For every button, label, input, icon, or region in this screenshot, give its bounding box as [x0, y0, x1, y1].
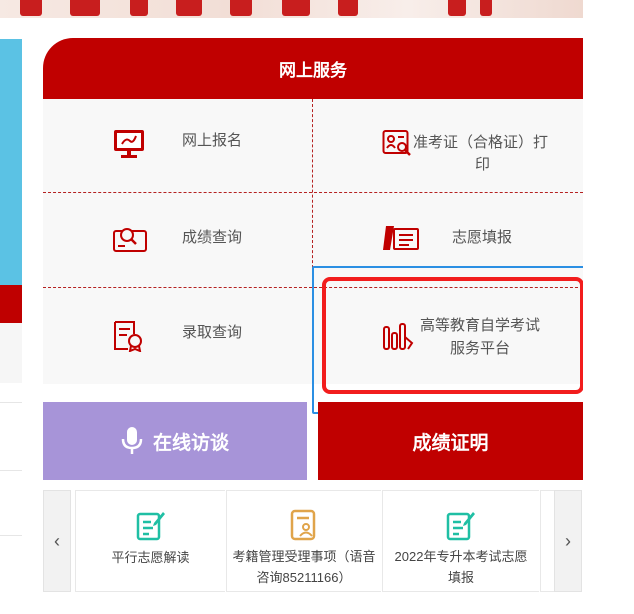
banner-decoration: [338, 0, 358, 16]
carousel-card-registration-management[interactable]: 考籍管理受理事项（语音 咨询85211166）: [226, 490, 381, 592]
edit-document-icon: [136, 512, 165, 541]
divider: [0, 402, 22, 403]
carousel-next-button[interactable]: ›: [554, 490, 582, 592]
top-banner: [0, 0, 583, 18]
service-item-label: 录取查询: [182, 324, 243, 341]
banner-decoration: [480, 0, 492, 16]
service-item-label: 印: [475, 156, 491, 173]
monitor-icon: [114, 130, 144, 158]
quick-links-carousel: ‹ 平行志愿解读 考籍管理受理事项（语音 咨询85211166） 2022年专升…: [43, 490, 583, 592]
service-item-admission-query[interactable]: 录取查询: [43, 288, 312, 384]
carousel-card-label: 考籍管理受理事项（语音: [232, 549, 376, 564]
service-item-score-query[interactable]: 成绩查询: [43, 193, 312, 287]
left-red-bar: [0, 285, 22, 323]
highlight-annotation-box: [322, 277, 584, 394]
service-item-ticket-print[interactable]: 准考证（合格证）打 印: [313, 99, 583, 192]
carousel-card-upgrade-exam-application[interactable]: 2022年专升本考试志愿 填报: [382, 490, 539, 592]
banner-decoration: [176, 0, 202, 16]
banner-decoration: [70, 0, 100, 16]
score-query-icon: [113, 228, 147, 252]
chevron-right-icon: ›: [565, 530, 571, 551]
carousel-card-label: 平行志愿解读: [111, 550, 190, 565]
carousel-card-parallel-application[interactable]: 平行志愿解读: [75, 490, 225, 592]
banner-decoration: [20, 0, 42, 16]
service-item-label: 成绩查询: [182, 229, 243, 246]
divider: [0, 470, 22, 471]
carousel-card-label: 填报: [447, 570, 474, 585]
service-item-online-registration[interactable]: 网上报名: [43, 99, 312, 192]
registration-management-icon: [290, 509, 316, 541]
application-fill-icon: [383, 226, 419, 250]
edit-document-icon: [446, 512, 475, 541]
score-proof-label: 成绩证明: [412, 432, 489, 454]
carousel-card-partial[interactable]: [540, 490, 554, 592]
service-item-label: 志愿填报: [452, 229, 513, 246]
left-banner-image[interactable]: [0, 39, 22, 285]
admission-query-icon: [114, 321, 142, 352]
carousel-card-label: 2022年专升本考试志愿: [394, 549, 528, 564]
service-item-label: 网上报名: [182, 132, 243, 149]
microphone-icon: [121, 427, 143, 454]
banner-decoration: [130, 0, 148, 16]
score-proof-button[interactable]: 成绩证明: [318, 402, 583, 480]
chevron-left-icon: ‹: [54, 530, 60, 551]
banner-decoration: [282, 0, 310, 16]
online-interview-label: 在线访谈: [152, 432, 229, 454]
online-interview-button[interactable]: 在线访谈: [43, 402, 307, 480]
banner-decoration: [230, 0, 252, 16]
divider: [0, 535, 22, 536]
carousel-prev-button[interactable]: ‹: [43, 490, 71, 592]
service-item-label: 准考证（合格证）打: [413, 134, 549, 151]
carousel-card-label: 咨询85211166）: [256, 570, 352, 585]
admission-ticket-print-icon: [382, 130, 411, 156]
left-panel: [0, 323, 22, 383]
right-margin: [583, 0, 634, 614]
banner-decoration: [448, 0, 466, 16]
panel-title: 网上服务: [43, 38, 583, 99]
